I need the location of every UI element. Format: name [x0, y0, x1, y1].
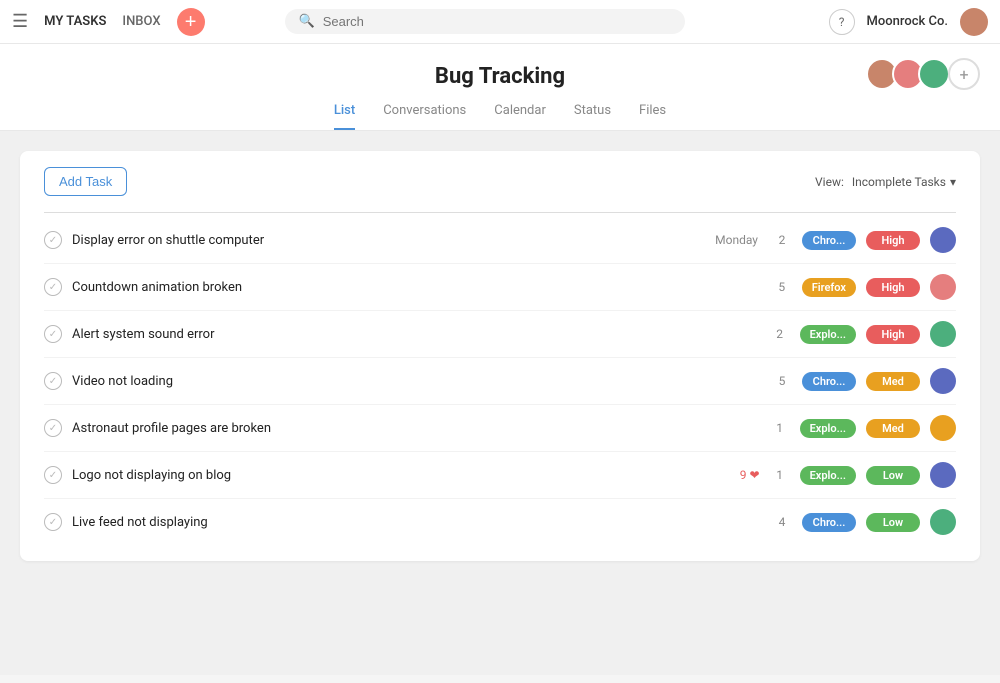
view-label: View:	[815, 175, 844, 189]
task-container: Add Task View: Incomplete Tasks ▾ ✓ Disp…	[20, 151, 980, 561]
task-browser-tag-3[interactable]: Chro...	[802, 372, 856, 391]
help-button[interactable]: ?	[829, 9, 855, 35]
task-row: ✓ Astronaut profile pages are broken 1 E…	[44, 405, 956, 452]
task-name-4[interactable]: Astronaut profile pages are broken	[72, 421, 760, 436]
task-avatar-6	[930, 509, 956, 535]
search-icon: 🔍	[299, 14, 315, 29]
task-avatar-5	[930, 462, 956, 488]
task-check-4[interactable]: ✓	[44, 419, 62, 437]
task-priority-tag-1[interactable]: High	[866, 278, 920, 297]
task-count-4: 1	[770, 421, 790, 435]
task-browser-tag-0[interactable]: Chro...	[802, 231, 856, 250]
task-browser-tag-4[interactable]: Explo...	[800, 419, 856, 438]
view-value: Incomplete Tasks	[852, 175, 946, 189]
tab-calendar[interactable]: Calendar	[494, 103, 546, 130]
task-avatar-0	[930, 227, 956, 253]
workspace-name: Moonrock Co.	[867, 14, 948, 29]
task-check-2[interactable]: ✓	[44, 325, 62, 343]
tab-list[interactable]: List	[334, 103, 355, 130]
task-check-6[interactable]: ✓	[44, 513, 62, 531]
task-name-1[interactable]: Countdown animation broken	[72, 280, 762, 295]
task-count-3: 5	[772, 374, 792, 388]
user-avatar[interactable]	[960, 8, 988, 36]
task-name-5[interactable]: Logo not displaying on blog	[72, 468, 730, 483]
task-count-6: 4	[772, 515, 792, 529]
my-tasks-link[interactable]: MY TASKS	[44, 14, 106, 29]
task-row: ✓ Alert system sound error 2 Explo... Hi…	[44, 311, 956, 358]
add-member-button[interactable]: +	[948, 58, 980, 90]
task-priority-tag-4[interactable]: Med	[866, 419, 920, 438]
task-avatar-2	[930, 321, 956, 347]
task-row: ✓ Live feed not displaying 4 Chro... Low	[44, 499, 956, 545]
task-row: ✓ Logo not displaying on blog 9 ❤ 1 Expl…	[44, 452, 956, 499]
main-content: Add Task View: Incomplete Tasks ▾ ✓ Disp…	[0, 131, 1000, 675]
task-count-2: 2	[770, 327, 790, 341]
nav-right: ? Moonrock Co.	[829, 8, 988, 36]
task-count-5: 1	[770, 468, 790, 482]
task-priority-tag-3[interactable]: Med	[866, 372, 920, 391]
task-toolbar: Add Task View: Incomplete Tasks ▾	[44, 167, 956, 196]
add-task-button[interactable]: Add Task	[44, 167, 127, 196]
task-check-3[interactable]: ✓	[44, 372, 62, 390]
task-browser-tag-6[interactable]: Chro...	[802, 513, 856, 532]
task-day-0: Monday	[715, 233, 758, 247]
task-list: ✓ Display error on shuttle computer Mond…	[44, 217, 956, 545]
tab-status[interactable]: Status	[574, 103, 611, 130]
task-count-1: 5	[772, 280, 792, 294]
task-check-5[interactable]: ✓	[44, 466, 62, 484]
tab-conversations[interactable]: Conversations	[383, 103, 466, 130]
menu-icon[interactable]: ☰	[12, 11, 28, 32]
task-check-1[interactable]: ✓	[44, 278, 62, 296]
task-name-2[interactable]: Alert system sound error	[72, 327, 760, 342]
project-tabs: List Conversations Calendar Status Files	[0, 103, 1000, 130]
chevron-down-icon: ▾	[950, 175, 956, 189]
task-likes-5: 9 ❤	[740, 468, 760, 482]
project-header: Bug Tracking + List Conversations Calend…	[0, 44, 1000, 131]
task-avatar-3	[930, 368, 956, 394]
add-button[interactable]: +	[177, 8, 205, 36]
task-check-0[interactable]: ✓	[44, 231, 62, 249]
task-priority-tag-5[interactable]: Low	[866, 466, 920, 485]
team-avatars: +	[866, 58, 980, 90]
task-count-0: 2	[772, 233, 792, 247]
task-priority-tag-6[interactable]: Low	[866, 513, 920, 532]
tab-files[interactable]: Files	[639, 103, 666, 130]
task-avatar-1	[930, 274, 956, 300]
task-divider	[44, 212, 956, 213]
view-filter[interactable]: View: Incomplete Tasks ▾	[815, 175, 956, 189]
project-title: Bug Tracking	[0, 64, 1000, 89]
task-priority-tag-0[interactable]: High	[866, 231, 920, 250]
task-browser-tag-5[interactable]: Explo...	[800, 466, 856, 485]
inbox-link[interactable]: INBOX	[122, 14, 160, 29]
task-browser-tag-2[interactable]: Explo...	[800, 325, 856, 344]
task-name-6[interactable]: Live feed not displaying	[72, 515, 762, 530]
task-priority-tag-2[interactable]: High	[866, 325, 920, 344]
search-input[interactable]	[323, 14, 671, 29]
task-name-3[interactable]: Video not loading	[72, 374, 762, 389]
task-row: ✓ Countdown animation broken 5 Firefox H…	[44, 264, 956, 311]
task-avatar-4	[930, 415, 956, 441]
search-bar: 🔍	[285, 9, 685, 34]
team-avatar-3[interactable]	[918, 58, 950, 90]
task-row: ✓ Video not loading 5 Chro... Med	[44, 358, 956, 405]
task-browser-tag-1[interactable]: Firefox	[802, 278, 856, 297]
task-name-0[interactable]: Display error on shuttle computer	[72, 233, 705, 248]
task-row: ✓ Display error on shuttle computer Mond…	[44, 217, 956, 264]
top-navigation: ☰ MY TASKS INBOX + 🔍 ? Moonrock Co.	[0, 0, 1000, 44]
